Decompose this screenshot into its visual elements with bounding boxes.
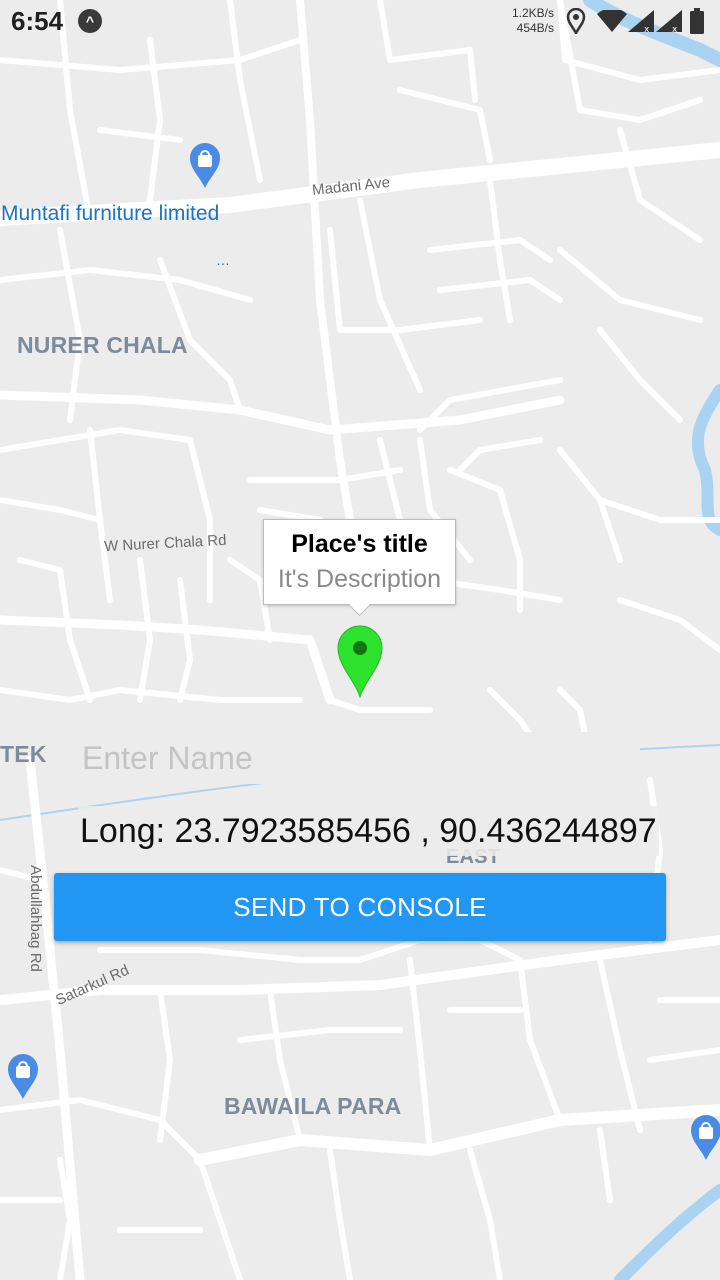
send-to-console-button[interactable]: SEND TO CONSOLE: [54, 873, 666, 941]
name-input[interactable]: [80, 732, 640, 784]
status-time: 6:54: [11, 6, 64, 36]
svg-text:x: x: [672, 25, 678, 32]
wifi-icon: [597, 10, 627, 32]
signal-icon: x: [628, 10, 654, 32]
map-marker-icon[interactable]: [336, 624, 384, 698]
street-label-abdullahbag-rd: Abdullahbag Rd: [26, 865, 44, 972]
area-label-nurer-chala: NURER CHALA: [17, 332, 188, 358]
shopping-bag-pin-icon[interactable]: [6, 1052, 40, 1100]
battery-icon: [690, 8, 704, 34]
download-speed: 454B/s: [516, 21, 554, 35]
svg-text:x: x: [644, 25, 650, 32]
marker-info-window[interactable]: Place's title It's Description: [263, 519, 456, 605]
info-window-title: Place's title: [291, 530, 428, 558]
shopping-bag-pin-icon[interactable]: [188, 141, 222, 189]
location-icon: [566, 8, 586, 34]
signal-icon: x: [656, 10, 682, 32]
map-screen: NURER CHALA BAWAILA PARA TEK EAST Madani…: [0, 0, 720, 1280]
poi-label-muntafi-furniture[interactable]: Muntafi furniture limited: [1, 202, 219, 226]
poi-ellipsis: …: [216, 252, 230, 268]
area-label-tek: TEK: [0, 741, 47, 767]
status-bar: 6:54 ^ 1.2KB/s 454B/s x x: [0, 0, 720, 44]
coordinates-text: Long: 23.7923585456 , 90.436244897: [78, 806, 659, 856]
area-label-bawaila-para: BAWAILA PARA: [224, 1093, 402, 1119]
shopping-bag-pin-icon[interactable]: [689, 1113, 720, 1161]
info-window-description: It's Description: [277, 565, 442, 593]
upload-speed: 1.2KB/s: [511, 6, 554, 20]
app-notification-icon: ^: [78, 9, 102, 33]
network-speed: 1.2KB/s 454B/s: [494, 6, 554, 36]
